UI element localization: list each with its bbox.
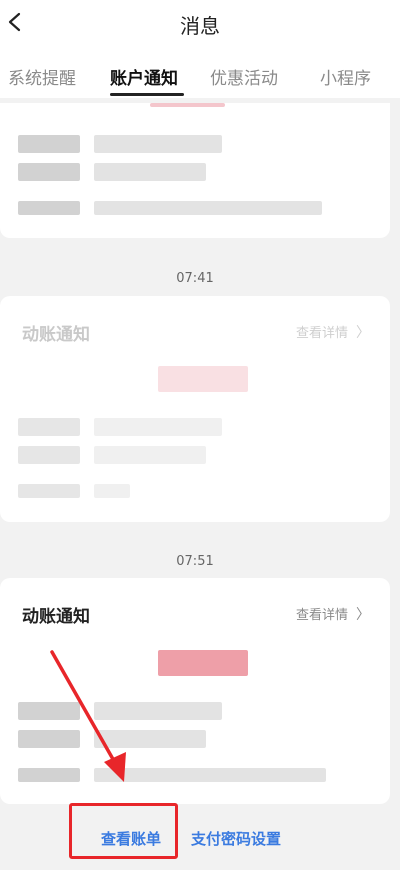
tab-bar: 系统提醒 账户通知 优惠活动 小程序 bbox=[0, 50, 400, 98]
blurred-text bbox=[18, 768, 80, 782]
message-card[interactable]: 动账通知 查看详情〉 bbox=[0, 578, 390, 804]
blurred-text bbox=[18, 418, 80, 436]
annotation-highlight-box bbox=[69, 803, 178, 859]
top-bar: 消息 bbox=[0, 0, 400, 50]
blurred-text bbox=[94, 201, 322, 215]
blurred-text bbox=[18, 201, 80, 215]
blurred-text bbox=[94, 135, 222, 153]
message-card[interactable]: 动账通知 查看详情〉 bbox=[0, 296, 390, 522]
blurred-text bbox=[94, 768, 326, 782]
blurred-text bbox=[94, 484, 130, 498]
tab-account-notices[interactable]: 账户通知 bbox=[110, 64, 178, 89]
blurred-text bbox=[18, 730, 80, 748]
blurred-text bbox=[94, 163, 206, 181]
view-details-label: 查看详情 bbox=[295, 608, 348, 623]
blurred-text bbox=[94, 446, 206, 464]
view-details-link[interactable]: 查看详情〉 bbox=[296, 322, 370, 342]
blurred-text bbox=[18, 484, 80, 498]
message-card[interactable] bbox=[0, 103, 390, 238]
blurred-amount bbox=[150, 103, 225, 107]
blurred-text bbox=[18, 446, 80, 464]
chevron-right-icon: 〉 bbox=[356, 607, 370, 623]
blurred-text bbox=[94, 730, 206, 748]
page-title: 消息 bbox=[180, 14, 220, 38]
tab-mini-programs[interactable]: 小程序 bbox=[320, 64, 371, 89]
message-time: 07:41 bbox=[176, 271, 214, 286]
tab-system-reminders[interactable]: 系统提醒 bbox=[8, 64, 76, 89]
blurred-text bbox=[18, 135, 80, 153]
view-details-label: 查看详情 bbox=[295, 326, 348, 341]
payment-password-settings-button[interactable]: 支付密码设置 bbox=[191, 828, 281, 849]
tab-promotions[interactable]: 优惠活动 bbox=[210, 64, 278, 89]
message-title: 动账通知 bbox=[22, 607, 90, 627]
blurred-text bbox=[94, 418, 222, 436]
blurred-text bbox=[94, 702, 222, 720]
message-title: 动账通知 bbox=[22, 325, 90, 345]
active-tab-indicator bbox=[110, 93, 184, 96]
message-time: 07:51 bbox=[176, 554, 214, 569]
view-details-link[interactable]: 查看详情〉 bbox=[296, 604, 370, 624]
chevron-right-icon: 〉 bbox=[356, 325, 370, 341]
blurred-text bbox=[18, 163, 80, 181]
blurred-amount bbox=[158, 366, 248, 392]
blurred-text bbox=[18, 702, 80, 720]
blurred-amount bbox=[158, 650, 248, 676]
bottom-action-bar: 查看账单 支付密码设置 bbox=[0, 806, 400, 870]
